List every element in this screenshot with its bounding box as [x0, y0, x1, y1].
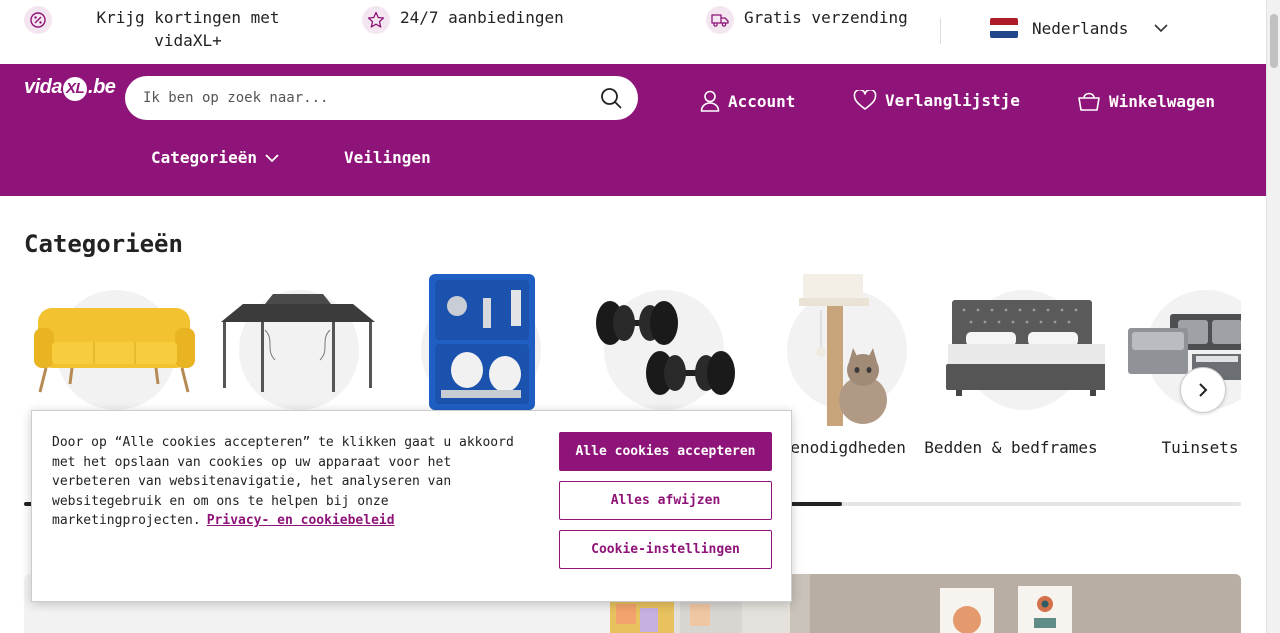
basket-icon — [1078, 92, 1100, 111]
search-input[interactable] — [143, 90, 600, 106]
reject-all-button[interactable]: Alles afwijzen — [559, 481, 772, 520]
chevron-right-icon — [1199, 383, 1208, 397]
nl-flag-icon — [990, 18, 1018, 38]
usp-text: Krijg kortingen met vidaXL+ — [96, 8, 280, 50]
language-label: Nederlands — [1032, 18, 1129, 38]
cat-tree-image — [799, 274, 887, 426]
categories-title: Categorieën — [24, 230, 183, 258]
heart-icon — [853, 90, 877, 110]
nav-categories-label: Categorieën — [151, 148, 257, 167]
usp-bar: Krijg kortingen met vidaXL+ 24/7 aanbied… — [0, 0, 1266, 64]
gazebo-image — [221, 294, 375, 392]
usp-text: Gratis verzending — [744, 8, 908, 27]
wishlist-link[interactable]: Verlanglijstje — [853, 90, 1020, 110]
spray-gun-kit-image — [429, 274, 535, 410]
language-selector[interactable]: Nederlands — [990, 18, 1168, 38]
privacy-policy-link[interactable]: Privacy- en cookiebeleid — [207, 513, 395, 528]
accept-all-cookies-button[interactable]: Alle cookies accepteren — [559, 432, 772, 471]
search-icon[interactable] — [600, 87, 622, 109]
nav-auctions[interactable]: Veilingen — [344, 148, 431, 167]
chevron-down-icon — [1154, 23, 1168, 33]
category-beds[interactable]: Bedden & bedframes — [924, 270, 1107, 490]
usp-item-shipping[interactable]: Gratis verzending — [706, 6, 908, 34]
account-link[interactable]: Account — [700, 90, 795, 112]
bed-image — [946, 300, 1105, 396]
cookie-settings-button[interactable]: Cookie-instellingen — [559, 530, 772, 569]
page-scrollbar[interactable] — [1266, 0, 1280, 633]
divider — [940, 18, 941, 44]
account-label: Account — [728, 91, 796, 111]
carousel-next-button[interactable] — [1180, 367, 1226, 413]
percent-icon — [24, 6, 52, 34]
logo-xl: XL — [63, 77, 88, 101]
wishlist-label: Verlanglijstje — [885, 90, 1020, 110]
usp-item-deals[interactable]: 24/7 aanbiedingen — [362, 6, 564, 34]
main-header: vidaXL.be Account Verlanglijstje Winkelw… — [0, 64, 1266, 196]
cookie-text-block: Door op “Alle cookies accepteren” te kli… — [52, 433, 532, 531]
logo-suffix: .be — [88, 76, 116, 98]
scrollbar-thumb[interactable] — [1270, 14, 1278, 68]
cart-link[interactable]: Winkelwagen — [1077, 90, 1215, 112]
logo-text: vida — [24, 76, 63, 98]
search-bar — [125, 76, 638, 120]
usp-item-discount[interactable]: Krijg kortingen met vidaXL+ — [24, 6, 288, 52]
category-label: Bedden & bedframes — [924, 438, 1098, 457]
nav-auctions-label: Veilingen — [344, 148, 431, 167]
yellow-sofa-image — [34, 308, 195, 393]
cart-label: Winkelwagen — [1109, 91, 1215, 111]
chevron-down-icon — [265, 153, 279, 162]
usp-text: 24/7 aanbiedingen — [400, 8, 564, 27]
nav-categories[interactable]: Categorieën — [151, 148, 279, 167]
logo[interactable]: vida XL .be — [24, 76, 116, 101]
user-icon — [700, 90, 720, 112]
cookie-banner: Door op “Alle cookies accepteren” te kli… — [31, 410, 792, 602]
star-icon — [362, 6, 390, 34]
dumbbells-image — [596, 301, 735, 395]
category-label: Tuinsets — [1161, 438, 1239, 457]
truck-icon — [706, 6, 734, 34]
